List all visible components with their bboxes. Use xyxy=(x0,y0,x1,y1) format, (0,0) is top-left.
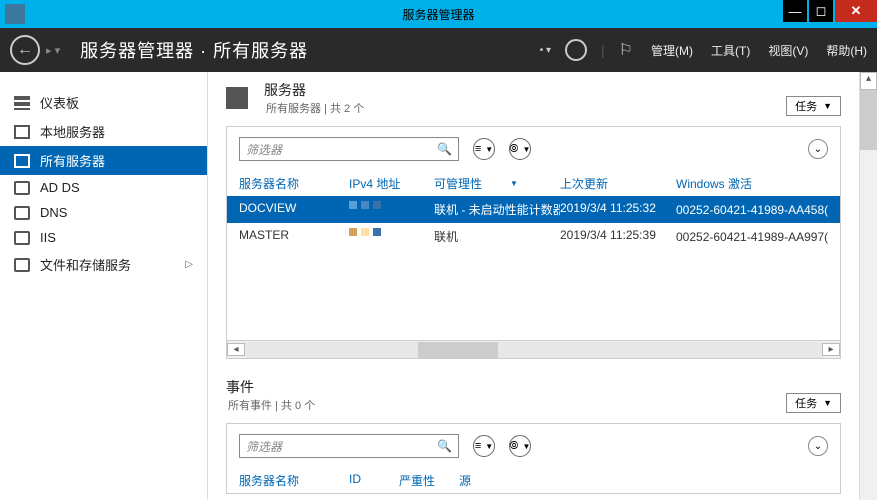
save-query-button[interactable]: ⦾▼ xyxy=(509,138,531,160)
tasks-button[interactable]: 任务 ▼ xyxy=(786,96,841,116)
menu-view[interactable]: 视图(V) xyxy=(768,42,808,59)
titlebar: 服务器管理器 — ◻ ✕ xyxy=(0,0,877,28)
sort-indicator-icon: ▼ xyxy=(510,179,518,188)
dropdown-icon[interactable]: • ▾ xyxy=(540,45,551,56)
servers-section-title: 服务器 xyxy=(264,80,364,100)
cell-last: 2019/3/4 11:25:39 xyxy=(560,228,676,245)
filter-input[interactable]: 筛选器 🔍 xyxy=(239,434,459,458)
save-query-button[interactable]: ⦾▼ xyxy=(509,435,531,457)
col-src[interactable]: 源 xyxy=(459,472,828,489)
dashboard-icon xyxy=(14,96,30,110)
col-sev[interactable]: 严重性 xyxy=(399,472,459,489)
app-icon xyxy=(5,4,25,24)
col-manage[interactable]: 可管理性▼ xyxy=(434,175,560,192)
cell-name: MASTER xyxy=(239,228,349,245)
table-row[interactable]: DOCVIEW 联机 - 未启动性能计数器 2019/3/4 11:25:32 … xyxy=(227,196,840,223)
notifications-flag-icon[interactable]: ⚐ xyxy=(619,40,633,60)
servers-icon xyxy=(14,154,30,168)
search-icon[interactable]: 🔍 xyxy=(437,142,452,156)
grouping-button[interactable]: ≡▼ xyxy=(473,435,495,457)
table-header: 服务器名称 ID 严重性 源 xyxy=(227,468,840,493)
cell-ipv4 xyxy=(349,201,434,218)
grouping-button[interactable]: ≡▼ xyxy=(473,138,495,160)
nav-back-button[interactable]: ← xyxy=(10,35,40,65)
cell-ipv4 xyxy=(349,228,434,245)
cell-winact: 00252-60421-41989-AA458(已 xyxy=(676,201,828,218)
sidebar-item-label: 仪表板 xyxy=(40,93,79,112)
cell-manage: 联机 - 未启动性能计数器 xyxy=(434,201,560,218)
refresh-icon[interactable] xyxy=(565,39,587,61)
minimize-button[interactable]: — xyxy=(783,0,807,22)
breadcrumb: 服务器管理器 · 所有服务器 xyxy=(80,37,308,63)
servers-section-subtitle: 所有服务器 | 共 2 个 xyxy=(266,100,364,116)
tasks-button[interactable]: 任务 ▼ xyxy=(786,393,841,413)
table-header: 服务器名称 IPv4 地址 可管理性▼ 上次更新 Windows 激活 xyxy=(227,171,840,196)
sidebar-item-iis[interactable]: IIS xyxy=(0,225,207,250)
chevron-down-icon: ▼ xyxy=(823,101,832,111)
col-ipv4[interactable]: IPv4 地址 xyxy=(349,175,434,192)
col-id[interactable]: ID xyxy=(349,472,399,489)
chevron-down-icon: ▼ xyxy=(823,398,832,408)
vertical-scrollbar[interactable]: ▴ xyxy=(859,72,877,500)
menu-help[interactable]: 帮助(H) xyxy=(826,42,867,59)
menu-manage[interactable]: 管理(M) xyxy=(651,42,693,59)
menu-tools[interactable]: 工具(T) xyxy=(711,42,750,59)
sidebar-item-adds[interactable]: AD DS xyxy=(0,175,207,200)
servers-table: 服务器名称 IPv4 地址 可管理性▼ 上次更新 Windows 激活 DOCV… xyxy=(227,171,840,340)
cell-last: 2019/3/4 11:25:32 xyxy=(560,201,676,218)
sidebar: 仪表板 本地服务器 所有服务器 AD DS DNS IIS 文件和存储服务 ▷ xyxy=(0,72,208,500)
collapse-button[interactable]: ⌄ xyxy=(808,139,828,159)
table-row[interactable]: MASTER 联机 2019/3/4 11:25:39 00252-60421-… xyxy=(227,223,840,250)
filter-input[interactable]: 筛选器 🔍 xyxy=(239,137,459,161)
horizontal-scrollbar[interactable]: ◂▸ xyxy=(227,340,840,358)
sidebar-item-label: 文件和存储服务 xyxy=(40,255,131,274)
close-button[interactable]: ✕ xyxy=(835,0,877,22)
col-winact[interactable]: Windows 激活 xyxy=(676,175,828,192)
sidebar-item-dns[interactable]: DNS xyxy=(0,200,207,225)
col-name[interactable]: 服务器名称 xyxy=(239,472,349,489)
filter-placeholder: 筛选器 xyxy=(246,438,282,455)
menubar: ← ▸ ▾ 服务器管理器 · 所有服务器 • ▾ | ⚐ 管理(M) 工具(T)… xyxy=(0,28,877,72)
sidebar-item-local[interactable]: 本地服务器 xyxy=(0,117,207,146)
cell-name: DOCVIEW xyxy=(239,201,349,218)
sidebar-item-label: DNS xyxy=(40,205,67,220)
task-label: 任务 xyxy=(795,98,817,114)
sidebar-item-all-servers[interactable]: 所有服务器 xyxy=(0,146,207,175)
events-panel: 筛选器 🔍 ≡▼ ⦾▼ ⌄ 服务器名称 ID 严重性 源 xyxy=(226,423,841,494)
sidebar-item-label: AD DS xyxy=(40,180,80,195)
sidebar-item-label: 本地服务器 xyxy=(40,122,105,141)
task-label: 任务 xyxy=(795,395,817,411)
servers-panel: 筛选器 🔍 ≡▼ ⦾▼ ⌄ 服务器名称 IPv4 地址 可管理性▼ 上次更新 Wi… xyxy=(226,126,841,359)
divider: | xyxy=(601,42,605,58)
cell-manage: 联机 xyxy=(434,228,560,245)
events-section-title: 事件 xyxy=(226,377,315,397)
events-section-subtitle: 所有事件 | 共 0 个 xyxy=(228,397,315,413)
server-icon xyxy=(14,125,30,139)
sidebar-item-label: IIS xyxy=(40,230,56,245)
adds-icon xyxy=(14,181,30,195)
main-content: ▴ 服务器 所有服务器 | 共 2 个 任务 ▼ 筛选器 🔍 ≡▼ ⦾▼ xyxy=(208,72,877,500)
search-icon[interactable]: 🔍 xyxy=(437,439,452,453)
filter-placeholder: 筛选器 xyxy=(246,141,282,158)
maximize-button[interactable]: ◻ xyxy=(809,0,833,22)
sidebar-item-label: 所有服务器 xyxy=(40,151,105,170)
collapse-button[interactable]: ⌄ xyxy=(808,436,828,456)
storage-icon xyxy=(14,258,30,272)
col-last[interactable]: 上次更新 xyxy=(560,175,676,192)
events-table: 服务器名称 ID 严重性 源 xyxy=(227,468,840,493)
window-title: 服务器管理器 xyxy=(402,6,474,23)
nav-forward-button[interactable]: ▸ ▾ xyxy=(46,44,60,57)
sidebar-item-dashboard[interactable]: 仪表板 xyxy=(0,88,207,117)
iis-icon xyxy=(14,231,30,245)
dns-icon xyxy=(14,206,30,220)
chevron-right-icon: ▷ xyxy=(185,259,193,270)
cell-winact: 00252-60421-41989-AA997(已 xyxy=(676,228,828,245)
col-name[interactable]: 服务器名称 xyxy=(239,175,349,192)
servers-section-icon xyxy=(226,87,248,109)
sidebar-item-files[interactable]: 文件和存储服务 ▷ xyxy=(0,250,207,279)
